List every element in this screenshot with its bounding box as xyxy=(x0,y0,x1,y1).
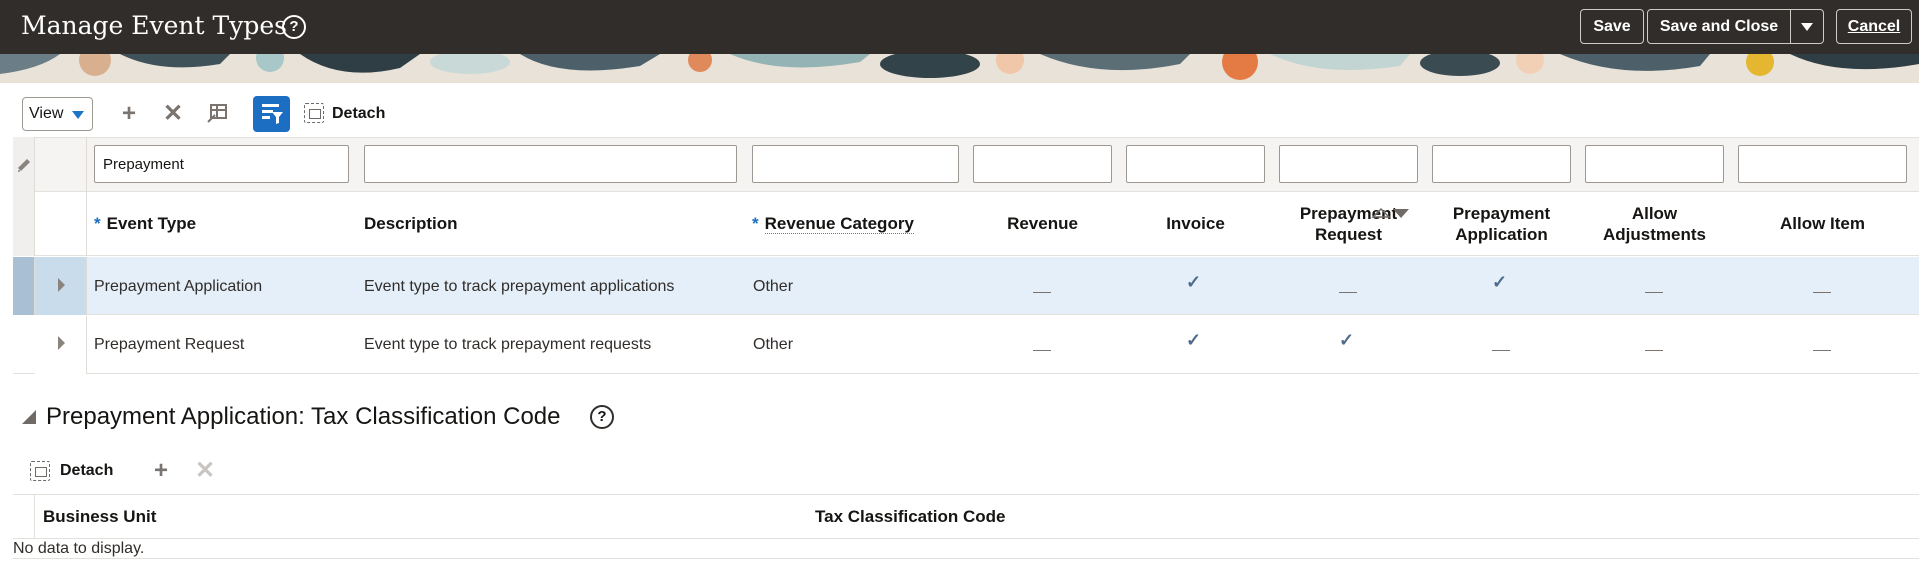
help-icon[interactable]: ? xyxy=(590,405,614,429)
section-title: Prepayment Application: Tax Classificati… xyxy=(46,403,561,430)
save-and-close-button[interactable]: Save and Close xyxy=(1647,9,1791,44)
expand-row-icon[interactable] xyxy=(58,278,65,292)
chevron-down-icon xyxy=(1801,22,1813,31)
allow-adjustments-filter-input[interactable] xyxy=(1585,145,1724,183)
header-gutter xyxy=(13,192,35,256)
revenue-filter-input[interactable] xyxy=(973,145,1112,183)
column-header-invoice[interactable]: Invoice xyxy=(1126,213,1265,234)
decorative-banner xyxy=(0,54,1919,83)
event-type-cell: Prepayment Application xyxy=(94,278,263,295)
column-header-event-type[interactable]: * Event Type xyxy=(94,213,196,234)
cancel-button[interactable]: Cancel xyxy=(1836,9,1912,44)
description-cell: Event type to track prepayment applicati… xyxy=(364,278,675,295)
unchecked-indicator xyxy=(1813,350,1831,351)
prepayment-request-filter-input[interactable] xyxy=(1279,145,1418,183)
prepayment-application-filter-input[interactable] xyxy=(1432,145,1571,183)
revenue-category-cell: Other xyxy=(753,278,794,295)
required-marker: * xyxy=(94,214,101,233)
revenue-category-cell: Other xyxy=(753,336,794,353)
invoice-filter-input[interactable] xyxy=(1126,145,1265,183)
unchecked-indicator xyxy=(1339,292,1357,293)
unchecked-indicator xyxy=(1813,292,1831,293)
plus-icon[interactable]: + xyxy=(149,459,173,483)
chevron-down-icon xyxy=(72,111,84,119)
checkmark-icon: ✓ xyxy=(1339,330,1355,350)
view-label: View xyxy=(29,105,64,122)
freeze-icon[interactable] xyxy=(205,102,229,126)
column-header-tax-classification-code[interactable]: Tax Classification Code xyxy=(815,506,1006,527)
event-type-filter-input[interactable] xyxy=(94,145,349,183)
column-header-allow-item[interactable]: Allow Item xyxy=(1738,213,1907,234)
empty-table-message: No data to display. xyxy=(13,540,145,557)
query-by-example-button[interactable] xyxy=(253,96,290,132)
column-header-allow-adjustments[interactable]: Allow Adjustments xyxy=(1585,203,1724,245)
view-menu-button[interactable]: View xyxy=(22,97,93,131)
column-header-revenue-category[interactable]: * Revenue Category xyxy=(752,213,914,234)
description-filter-input[interactable] xyxy=(364,145,737,183)
unchecked-indicator xyxy=(1492,350,1510,351)
column-header-business-unit[interactable]: Business Unit xyxy=(43,506,156,527)
query-by-example-icon xyxy=(262,104,283,124)
table-row[interactable] xyxy=(13,257,1919,315)
header-bar: Manage Event Types ? Save Save and Close… xyxy=(0,0,1919,54)
column-label: Event Type xyxy=(106,214,197,233)
detach-icon[interactable] xyxy=(30,461,50,481)
row-selector[interactable] xyxy=(13,257,35,315)
header-gutter-2 xyxy=(35,192,87,256)
page: { "header": { "title": "Manage Event Typ… xyxy=(0,0,1919,580)
description-cell: Event type to track prepayment requests xyxy=(364,336,652,353)
filter-gutter-2 xyxy=(35,137,87,192)
detach-button[interactable]: Detach xyxy=(332,105,385,123)
checkmark-icon: ✓ xyxy=(1186,272,1202,292)
unchecked-indicator xyxy=(1033,350,1051,351)
filter-gutter xyxy=(13,137,35,192)
cancel-label: Cancel xyxy=(1847,18,1901,35)
column-header-revenue[interactable]: Revenue xyxy=(973,213,1112,234)
help-icon[interactable]: ? xyxy=(282,15,306,39)
column-header-prepayment-application[interactable]: Prepayment Application xyxy=(1432,203,1571,245)
sort-icon[interactable] xyxy=(1371,206,1415,220)
expand-row-icon[interactable] xyxy=(58,336,65,350)
detail-gutter xyxy=(13,495,35,538)
close-icon: ✕ xyxy=(194,457,216,484)
divider xyxy=(13,558,1919,559)
page-title: Manage Event Types xyxy=(21,11,287,40)
allow-item-filter-input[interactable] xyxy=(1738,145,1907,183)
close-icon[interactable]: ✕ xyxy=(161,102,185,126)
unchecked-indicator xyxy=(1645,292,1663,293)
save-menu-button[interactable] xyxy=(1790,9,1824,44)
required-marker: * xyxy=(752,214,759,233)
unchecked-indicator xyxy=(1033,292,1051,293)
detach-icon[interactable] xyxy=(304,103,324,123)
checkmark-icon: ✓ xyxy=(1186,330,1202,350)
save-button[interactable]: Save xyxy=(1580,9,1644,44)
column-header-description[interactable]: Description xyxy=(364,213,458,234)
collapse-section-icon[interactable] xyxy=(22,410,36,424)
unchecked-indicator xyxy=(1645,350,1663,351)
column-label: Revenue Category xyxy=(764,214,914,234)
plus-icon[interactable]: + xyxy=(117,102,141,126)
revenue-category-filter-input[interactable] xyxy=(752,145,959,183)
event-type-cell: Prepayment Request xyxy=(94,336,245,353)
checkmark-icon: ✓ xyxy=(1492,272,1508,292)
table-row[interactable] xyxy=(13,316,1919,374)
detach-button[interactable]: Detach xyxy=(60,462,113,480)
